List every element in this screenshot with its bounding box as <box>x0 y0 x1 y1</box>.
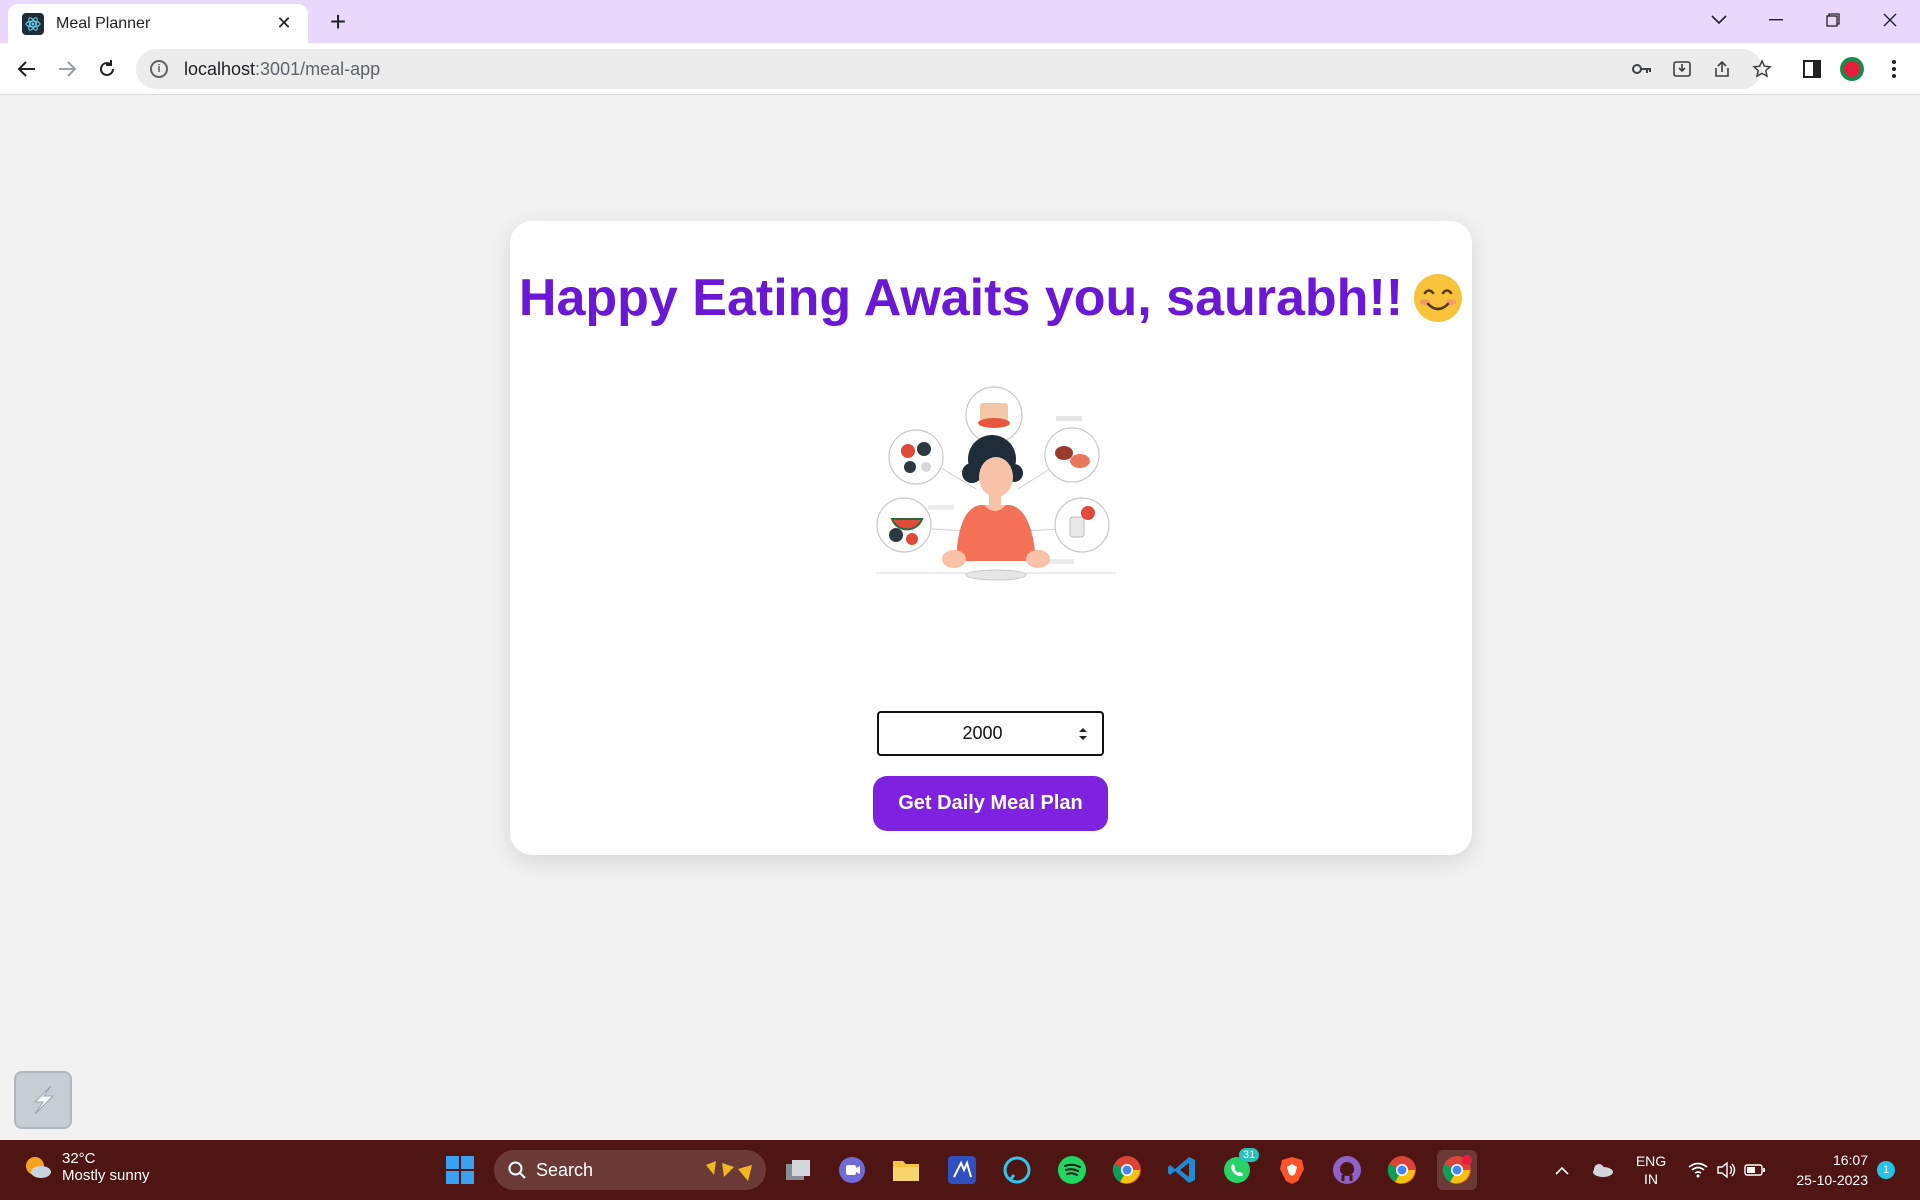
lightning-logo-icon <box>33 1085 55 1115</box>
address-bar[interactable]: i localhost:3001/meal-app <box>136 49 1762 89</box>
url-text: localhost:3001/meal-app <box>184 58 381 79</box>
side-panel-icon[interactable] <box>1798 55 1826 83</box>
reload-icon[interactable] <box>91 53 123 85</box>
minimize-icon[interactable] <box>1748 0 1804 40</box>
vscode-icon[interactable] <box>1162 1150 1202 1190</box>
weather-widget[interactable]: 32°C Mostly sunny <box>24 1150 150 1184</box>
close-window-icon[interactable] <box>1862 0 1918 40</box>
forward-arrow-icon[interactable] <box>51 53 83 85</box>
notification-badge[interactable]: 1 <box>1874 1140 1898 1200</box>
new-tab-icon[interactable]: + <box>322 6 354 38</box>
whatsapp-unread-badge: 31 <box>1239 1148 1260 1162</box>
site-info-icon[interactable]: i <box>150 60 168 78</box>
install-icon[interactable] <box>1668 55 1696 83</box>
battery-icon[interactable] <box>1743 1140 1767 1200</box>
region-code: IN <box>1644 1171 1658 1187</box>
weather-temperature: 32°C <box>62 1150 96 1167</box>
chrome-active-icon[interactable] <box>1437 1150 1477 1190</box>
number-stepper-icon[interactable] <box>1072 727 1094 741</box>
get-daily-meal-plan-button[interactable]: Get Daily Meal Plan <box>873 776 1108 831</box>
app-icon-blue[interactable] <box>942 1150 982 1190</box>
react-icon <box>22 12 44 35</box>
windows-taskbar: 32°C Mostly sunny Search 31 ENG IN 16:07… <box>0 1140 1920 1200</box>
close-tab-icon[interactable]: ✕ <box>274 13 294 34</box>
wifi-icon[interactable] <box>1686 1140 1710 1200</box>
volume-icon[interactable] <box>1714 1140 1738 1200</box>
task-view-icon[interactable] <box>778 1150 818 1190</box>
brave-icon[interactable] <box>1272 1150 1312 1190</box>
profile-avatar[interactable] <box>1838 55 1866 83</box>
calories-input-value: 2000 <box>962 723 1003 743</box>
restore-icon[interactable] <box>1805 0 1861 40</box>
clock[interactable]: 16:07 25-10-2023 <box>1782 1140 1868 1200</box>
bookmark-star-icon[interactable] <box>1748 55 1776 83</box>
teams-chat-icon[interactable] <box>832 1150 872 1190</box>
sun-cloud-icon <box>26 1157 51 1178</box>
greeting-text: Happy Eating Awaits you, saurabh!! <box>518 269 1404 327</box>
menu-kebab-icon[interactable] <box>1880 55 1908 83</box>
tab-title: Meal Planner <box>56 14 151 32</box>
weather-description: Mostly sunny <box>62 1167 150 1184</box>
tray-chevron-up-icon[interactable] <box>1550 1140 1574 1200</box>
notification-count: 1 <box>1877 1161 1895 1179</box>
browser-tab-strip: Meal Planner ✕ + <box>0 0 1920 43</box>
github-icon[interactable] <box>1327 1150 1367 1190</box>
page-title: Happy Eating Awaits you, saurabh!! <box>510 268 1472 328</box>
file-explorer-icon[interactable] <box>886 1150 926 1190</box>
tab-search-chevron-icon[interactable] <box>1691 0 1747 40</box>
smiling-face-icon <box>1414 274 1463 322</box>
language-code: ENG <box>1635 1153 1667 1169</box>
browser-tab[interactable]: Meal Planner ✕ <box>8 4 308 43</box>
back-arrow-icon[interactable] <box>11 53 43 85</box>
taskbar-search[interactable]: Search <box>494 1150 766 1190</box>
chrome-icon-2[interactable] <box>1382 1150 1422 1190</box>
onedrive-icon[interactable] <box>1588 1140 1616 1200</box>
browser-toolbar: i localhost:3001/meal-app <box>0 43 1920 95</box>
spotify-icon[interactable] <box>1052 1150 1092 1190</box>
language-indicator[interactable]: ENG IN <box>1628 1140 1674 1200</box>
share-icon[interactable] <box>1708 55 1736 83</box>
search-label: Search <box>536 1159 594 1180</box>
floating-app-widget[interactable] <box>14 1071 72 1129</box>
alexa-icon[interactable] <box>997 1150 1037 1190</box>
key-icon[interactable] <box>1628 55 1656 83</box>
windows-start-icon[interactable] <box>440 1150 480 1190</box>
woman-with-food-illustration <box>876 386 1116 581</box>
clock-date: 25-10-2023 <box>1796 1172 1868 1188</box>
search-highlight-icon <box>706 1161 752 1181</box>
chrome-icon[interactable] <box>1107 1150 1147 1190</box>
clock-time: 16:07 <box>1832 1152 1868 1168</box>
meal-planner-card: Happy Eating Awaits you, saurabh!! 2000 … <box>510 221 1472 855</box>
search-icon <box>508 1161 526 1179</box>
calories-input[interactable]: 2000 <box>877 711 1104 756</box>
whatsapp-icon[interactable]: 31 <box>1217 1148 1260 1190</box>
